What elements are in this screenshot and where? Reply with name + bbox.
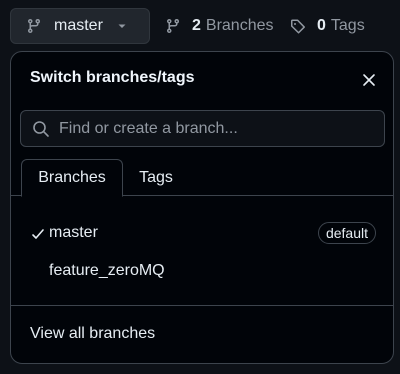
branch-name: feature_zeroMQ (49, 262, 165, 279)
branch-selector-button[interactable]: master (10, 8, 150, 44)
branches-label: Branches (205, 17, 274, 34)
branch-search-input[interactable] (59, 113, 384, 144)
branch-name: master (49, 224, 98, 241)
close-button[interactable] (359, 70, 379, 90)
tags-count-link[interactable]: 0 Tags (290, 8, 365, 44)
tab-branches[interactable]: Branches (21, 159, 123, 197)
branches-count-link[interactable]: 2 Branches (165, 8, 274, 44)
tag-count: 0 (317, 17, 326, 34)
switch-branches-dropdown: Switch branches/tags Branches Tags mas (10, 51, 394, 364)
repo-branch-area: master 2 Branches 0 Tags Switch branches… (0, 0, 400, 374)
dropdown-title: Switch branches/tags (30, 69, 195, 86)
tags-label: Tags (330, 17, 365, 34)
tab-tags[interactable]: Tags (131, 159, 181, 196)
tag-icon (290, 18, 306, 34)
view-all-branches-link[interactable]: View all branches (30, 325, 155, 343)
close-icon (362, 73, 376, 87)
branch-search-box (20, 110, 385, 147)
dropdown-tabs: Branches Tags (11, 159, 393, 197)
git-branch-icon (26, 18, 42, 34)
dropdown-footer: View all branches (11, 305, 393, 363)
dropdown-header: Switch branches/tags (11, 52, 393, 106)
branch-item-master[interactable]: master default (11, 214, 393, 252)
branch-count: 2 (192, 17, 201, 34)
branch-item-feature-zeromq[interactable]: feature_zeroMQ (11, 252, 393, 290)
caret-down-icon (117, 21, 127, 31)
current-branch-name: master (54, 17, 103, 34)
branch-list: master default feature_zeroMQ (11, 214, 393, 290)
git-branch-icon (165, 18, 181, 34)
default-badge: default (317, 222, 376, 244)
check-icon (31, 227, 45, 241)
search-icon (32, 120, 50, 138)
